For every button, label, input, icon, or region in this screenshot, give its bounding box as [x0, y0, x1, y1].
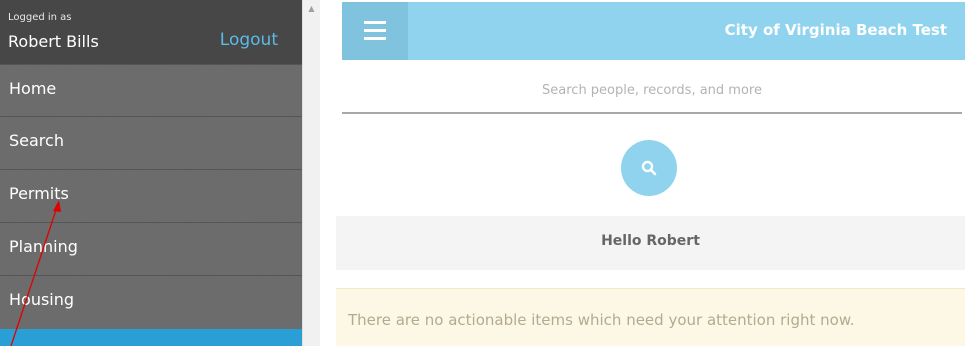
sidebar-item-label: Home	[9, 79, 57, 98]
sidebar-item-planning[interactable]: Planning	[0, 222, 302, 274]
main-content: City of Virginia Beach Test Hello Robert…	[320, 0, 965, 346]
notice-text: There are no actionable items which need…	[348, 311, 855, 329]
sidebar-item-home[interactable]: Home	[0, 64, 302, 116]
sidebar-item-label: Housing	[9, 290, 75, 309]
app-title: City of Virginia Beach Test	[724, 21, 947, 39]
logged-in-label: Logged in as	[8, 12, 72, 23]
top-bar: City of Virginia Beach Test	[342, 2, 965, 60]
menu-button[interactable]	[342, 2, 408, 60]
search-button[interactable]	[621, 140, 677, 196]
sidebar-item-label: Search	[9, 131, 64, 150]
sidebar-scrollbar[interactable]: ▲	[302, 0, 320, 346]
sidebar-user-header: Logged in as Robert Bills Logout	[0, 0, 302, 64]
notice-panel: There are no actionable items which need…	[336, 288, 965, 346]
sidebar-item-next[interactable]	[0, 329, 302, 346]
scroll-up-icon[interactable]: ▲	[303, 2, 320, 16]
sidebar: Logged in as Robert Bills Logout Home Se…	[0, 0, 302, 346]
search-input[interactable]	[342, 68, 962, 114]
sidebar-item-search[interactable]: Search	[0, 116, 302, 168]
logout-link[interactable]: Logout	[220, 30, 278, 50]
user-name: Robert Bills	[8, 32, 99, 51]
greeting-section: Hello Robert	[336, 216, 965, 270]
search-icon	[641, 160, 657, 176]
sidebar-item-label: Permits	[9, 184, 69, 203]
sidebar-item-label: Planning	[9, 237, 78, 256]
sidebar-item-housing[interactable]: Housing	[0, 275, 302, 327]
app-window: Logged in as Robert Bills Logout Home Se…	[0, 0, 965, 346]
greeting-text: Hello Robert	[601, 233, 700, 249]
sidebar-item-permits[interactable]: Permits	[0, 169, 302, 221]
